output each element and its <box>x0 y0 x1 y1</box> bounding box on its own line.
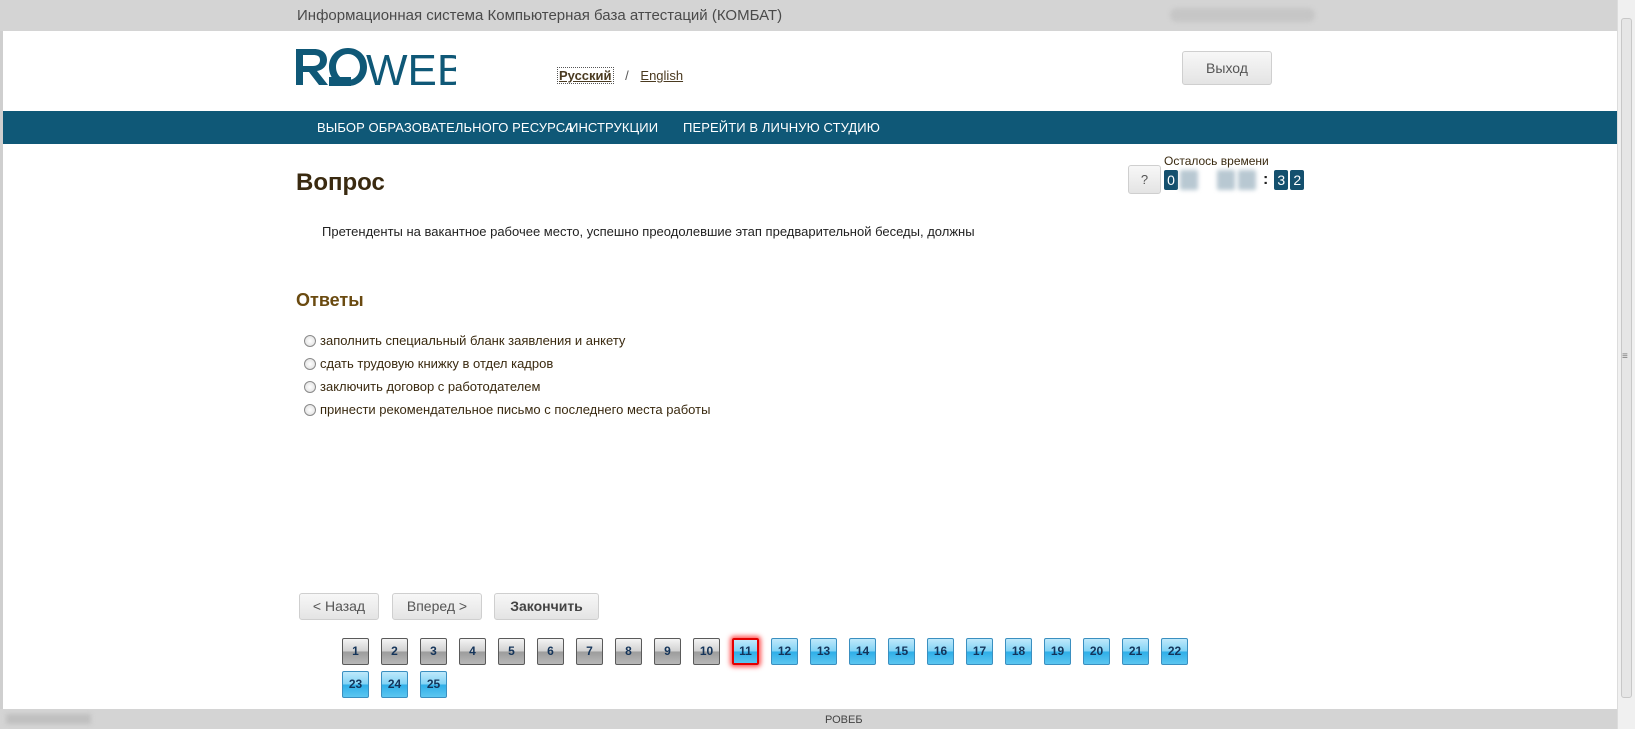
timer-digit-blurred <box>1180 170 1198 190</box>
question-nav-14[interactable]: 14 <box>849 638 876 665</box>
forward-button[interactable]: Вперед > <box>392 593 482 620</box>
answer-label: сдать трудовую книжку в отдел кадров <box>320 356 554 371</box>
question-nav-3[interactable]: 3 <box>420 638 447 665</box>
footer-bar: РОВЕБ <box>0 709 1617 729</box>
lang-separator: / <box>625 68 629 83</box>
question-nav-8[interactable]: 8 <box>615 638 642 665</box>
top-info-bar: Информационная система Компьютерная база… <box>0 0 1617 31</box>
question-nav-6[interactable]: 6 <box>537 638 564 665</box>
timer-label: Осталось времени <box>1164 154 1269 168</box>
question-nav-5[interactable]: 5 <box>498 638 525 665</box>
question-nav-21[interactable]: 21 <box>1122 638 1149 665</box>
answer-label: принести рекомендательное письмо с после… <box>320 402 711 417</box>
vertical-scrollbar[interactable]: ≡ <box>1617 0 1635 729</box>
question-nav-19[interactable]: 19 <box>1044 638 1071 665</box>
timer-digit: 0 <box>1164 170 1178 190</box>
question-nav-12[interactable]: 12 <box>771 638 798 665</box>
question-nav-13[interactable]: 13 <box>810 638 837 665</box>
radio-button[interactable] <box>304 334 316 347</box>
question-nav-4[interactable]: 4 <box>459 638 486 665</box>
question-nav-1[interactable]: 1 <box>342 638 369 665</box>
finish-button[interactable]: Закончить <box>494 593 599 620</box>
question-nav-15[interactable]: 15 <box>888 638 915 665</box>
question-nav-10[interactable]: 10 <box>693 638 720 665</box>
nav-item-personal-studio[interactable]: ПЕРЕЙТИ В ЛИЧНУЮ СТУДИЮ <box>683 120 880 135</box>
window-left-border <box>0 0 3 729</box>
lang-russian-link[interactable]: Русский <box>557 67 614 84</box>
answer-label: заполнить специальный бланк заявления и … <box>320 333 626 348</box>
question-nav-16[interactable]: 16 <box>927 638 954 665</box>
radio-button[interactable] <box>304 403 316 416</box>
question-nav-2[interactable]: 2 <box>381 638 408 665</box>
answer-option[interactable]: сдать трудовую книжку в отдел кадров <box>304 356 553 371</box>
scrollbar-grip-icon: ≡ <box>1622 351 1628 362</box>
question-nav-18[interactable]: 18 <box>1005 638 1032 665</box>
question-text: Претенденты на вакантное рабочее место, … <box>322 224 975 239</box>
answer-label: заключить договор с работодателем <box>320 379 541 394</box>
help-button[interactable]: ? <box>1128 165 1161 194</box>
logout-button[interactable]: Выход <box>1182 51 1272 85</box>
timer-digit: 2 <box>1290 170 1305 190</box>
question-nav-22[interactable]: 22 <box>1161 638 1188 665</box>
language-switcher: Русский / English <box>557 67 683 84</box>
main-nav: ВЫБОР ОБРАЗОВАТЕЛЬНОГО РЕСУРСА ИНСТРУКЦИ… <box>3 111 1617 144</box>
logo-wordmark: WEB <box>366 47 456 87</box>
system-title: Информационная система Компьютерная база… <box>297 7 783 24</box>
question-heading: Вопрос <box>296 169 385 196</box>
timer-separator: : <box>1263 171 1269 188</box>
back-button[interactable]: < Назад <box>299 593 379 620</box>
answer-option[interactable]: принести рекомендательное письмо с после… <box>304 402 710 417</box>
question-nav-20[interactable]: 20 <box>1083 638 1110 665</box>
question-nav-25[interactable]: 25 <box>420 671 447 698</box>
radio-button[interactable] <box>304 380 316 393</box>
question-nav-23[interactable]: 23 <box>342 671 369 698</box>
lang-english-link[interactable]: English <box>640 68 683 83</box>
nav-item-instructions[interactable]: ИНСТРУКЦИИ <box>569 120 658 135</box>
countdown-timer: 0 : 3 2 <box>1164 170 1306 190</box>
answers-heading: Ответы <box>296 290 364 310</box>
footer-text: РОВЕБ <box>825 714 863 726</box>
roweb-logo: WEB <box>296 47 456 87</box>
question-nav-24[interactable]: 24 <box>381 671 408 698</box>
footer-blurred-text <box>6 714 91 724</box>
timer-digit: 3 <box>1274 170 1289 190</box>
timer-digit-blurred <box>1217 170 1235 190</box>
answer-option[interactable]: заключить договор с работодателем <box>304 379 540 394</box>
user-name-blurred <box>1170 8 1315 22</box>
question-nav-7[interactable]: 7 <box>576 638 603 665</box>
radio-button[interactable] <box>304 357 316 370</box>
answer-option[interactable]: заполнить специальный бланк заявления и … <box>304 333 625 348</box>
question-nav-17[interactable]: 17 <box>966 638 993 665</box>
question-nav-11[interactable]: 11 <box>732 638 759 665</box>
question-nav-9[interactable]: 9 <box>654 638 681 665</box>
nav-item-resource-select[interactable]: ВЫБОР ОБРАЗОВАТЕЛЬНОГО РЕСУРСА <box>317 120 574 135</box>
timer-digit-blurred <box>1238 170 1256 190</box>
